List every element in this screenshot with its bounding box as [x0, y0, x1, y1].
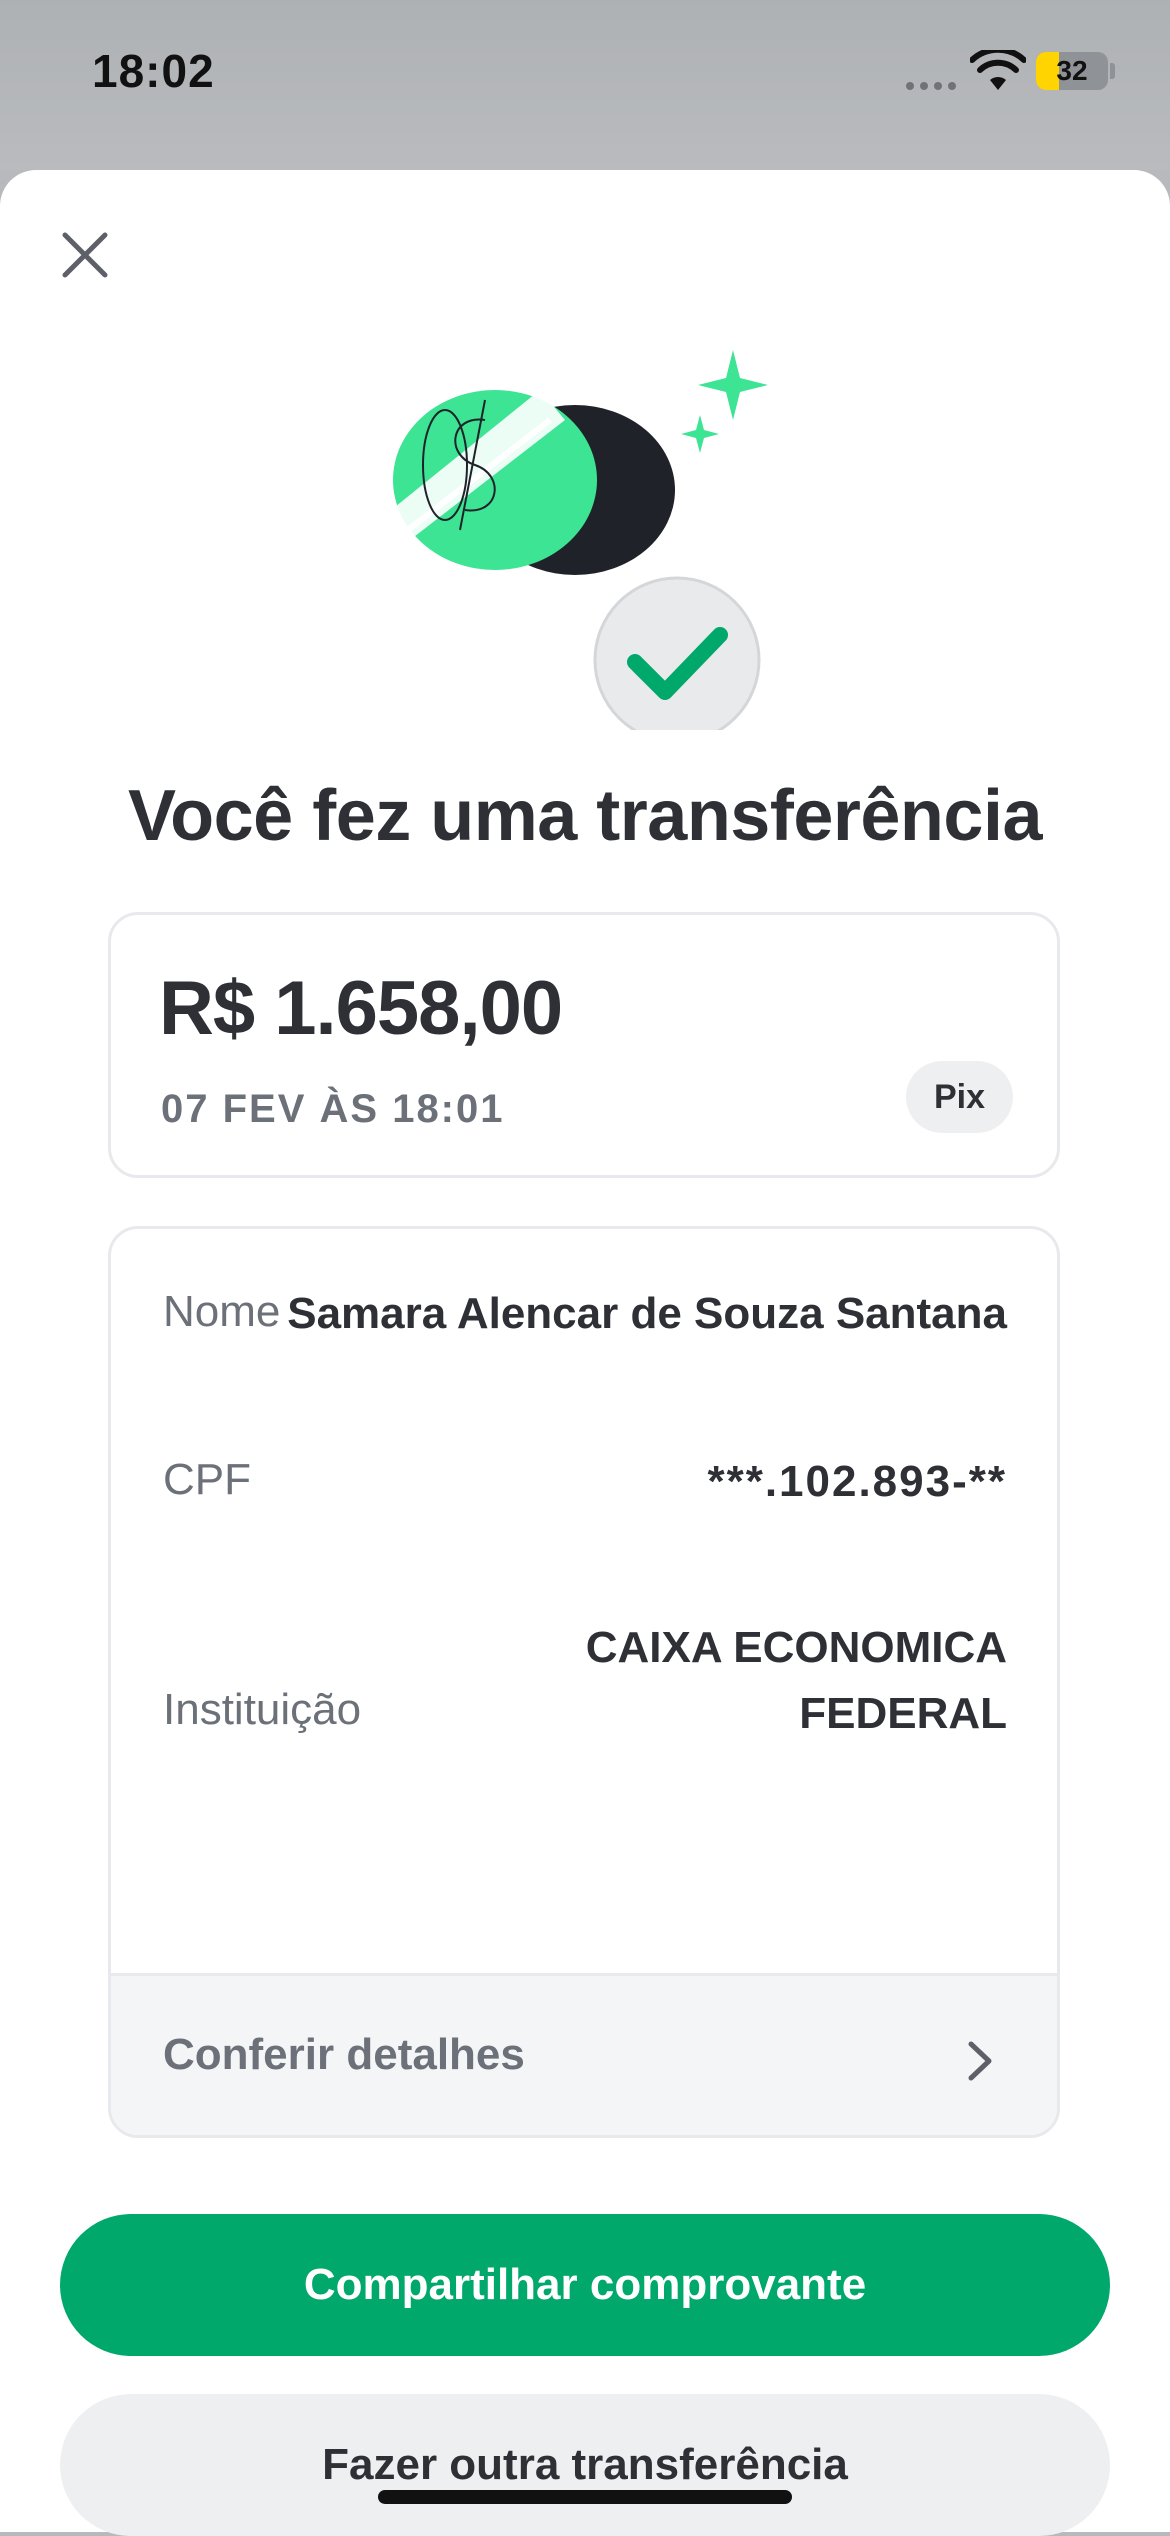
chevron-right-icon	[968, 2041, 992, 2081]
close-icon[interactable]	[50, 220, 120, 290]
detail-label: Instituição	[163, 1685, 362, 1734]
detail-value: Samara Alencar de Souza Santana	[287, 1289, 1007, 1338]
view-details-label: Conferir detalhes	[163, 2030, 525, 2079]
amount-card: R$ 1.658,00 07 FEV ÀS 18:01 Pix	[108, 912, 1060, 1178]
money-check-illustration	[385, 350, 768, 730]
status-time: 18:02	[92, 45, 215, 97]
detail-label: CPF	[163, 1455, 251, 1504]
view-details-link[interactable]: Conferir detalhes	[111, 1973, 1057, 2135]
battery-indicator: 32	[1036, 52, 1108, 90]
battery-cap	[1110, 63, 1115, 79]
home-indicator	[378, 2490, 792, 2504]
detail-label: Nome	[163, 1287, 281, 1336]
page-title: Você fez uma transferência	[127, 776, 1043, 856]
detail-value: ***.102.893-**	[707, 1457, 1007, 1506]
status-bar: 18:02 32	[0, 0, 1170, 170]
transfer-receipt-sheet: Você fez uma transferência R$ 1.658,00 0…	[0, 170, 1170, 2536]
recipient-details-card: Nome Samara Alencar de Souza Santana CPF…	[108, 1226, 1060, 2138]
battery-percent: 32	[1056, 55, 1088, 86]
detail-value: CAIXA ECONOMICA FEDERAL	[585, 1623, 1007, 1738]
transfer-amount: R$ 1.658,00	[159, 966, 563, 1051]
new-transfer-button[interactable]: Fazer outra transferência	[60, 2394, 1110, 2536]
wifi-icon	[970, 50, 1026, 90]
payment-method-badge: Pix	[905, 1061, 1013, 1133]
transfer-date: 07 FEV ÀS 18:01	[161, 1087, 505, 1131]
cellular-signal-icon	[906, 82, 956, 90]
share-receipt-button[interactable]: Compartilhar comprovante	[60, 2214, 1110, 2356]
